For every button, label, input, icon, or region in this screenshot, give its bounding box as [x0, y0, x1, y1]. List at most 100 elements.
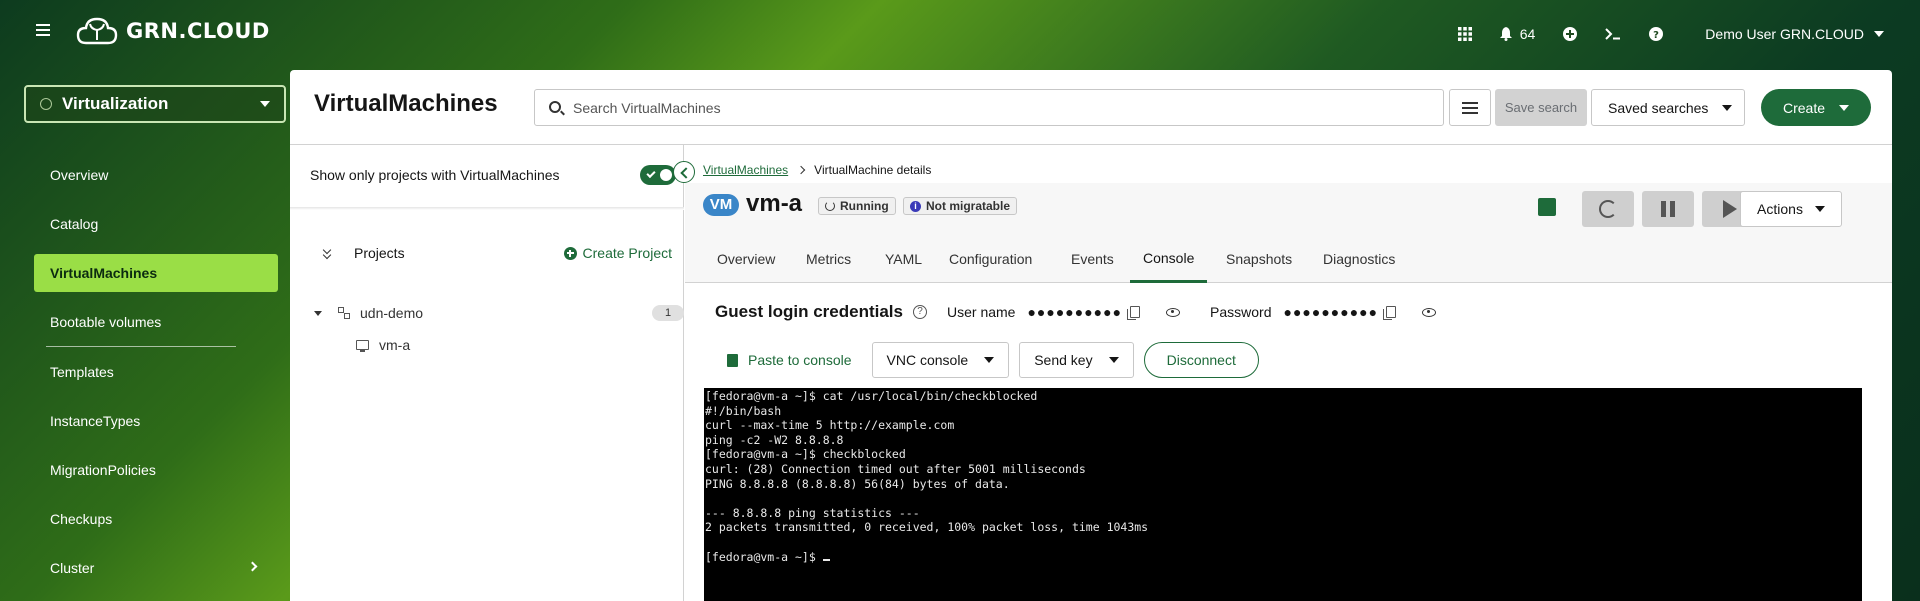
guest-credentials: Guest login credentials ? User name ●●●●… [715, 302, 1466, 322]
pause-button[interactable] [1642, 191, 1694, 227]
create-button[interactable]: Create [1761, 89, 1871, 126]
vm-type-badge: VM [703, 194, 739, 216]
tab-yaml[interactable]: YAML [872, 235, 935, 283]
sidebar-item-checkups[interactable]: Checkups [34, 494, 278, 543]
terminal-line: --- 8.8.8.8 ping statistics --- [705, 505, 920, 520]
terminal-line: [fedora@vm-a ~]$ cat /usr/local/bin/chec… [705, 389, 1038, 403]
chevron-down-icon [1814, 206, 1825, 212]
chevron-down-icon [984, 357, 995, 363]
send-key-label: Send key [1034, 352, 1093, 368]
user-menu[interactable]: Demo User GRN.CLOUD [1705, 26, 1884, 42]
double-chevron-down-icon[interactable] [322, 247, 332, 259]
chevron-right-icon [247, 561, 258, 572]
show-password-icon[interactable] [1422, 307, 1437, 317]
logo[interactable]: GRN.CLOUD [76, 16, 270, 46]
pause-icon [1661, 201, 1675, 217]
sidebar-item-instancetypes[interactable]: InstanceTypes [34, 396, 278, 445]
tree-item-vm[interactable]: vm-a [356, 337, 410, 353]
tab-configuration[interactable]: Configuration [936, 235, 1045, 283]
chevron-down-icon [260, 101, 270, 107]
caret-down-icon[interactable] [314, 310, 322, 316]
console-type-label: VNC console [886, 352, 969, 368]
sidebar-item-label: Checkups [50, 510, 113, 527]
show-username-icon[interactable] [1166, 307, 1181, 317]
perspective-icon [40, 98, 52, 110]
search-input[interactable]: Search VirtualMachines [534, 89, 1444, 126]
migratable-badge: i Not migratable [903, 197, 1018, 215]
namespace-name: udn-demo [360, 305, 424, 321]
restart-button[interactable] [1582, 191, 1634, 227]
paste-to-console-button[interactable]: Paste to console [715, 342, 862, 378]
vnc-console[interactable]: [fedora@vm-a ~]$ cat /usr/local/bin/chec… [704, 388, 1862, 601]
create-project-label: Create Project [582, 245, 672, 261]
sidebar-item-cluster[interactable]: Cluster [34, 543, 278, 592]
panel-divider [290, 207, 684, 210]
sidebar-item-label: Catalog [50, 215, 99, 232]
tab-snapshots[interactable]: Snapshots [1213, 235, 1305, 283]
create-project-button[interactable]: Create Project [563, 245, 672, 261]
perspective-switcher[interactable]: Virtualization [24, 85, 286, 123]
sidebar-item-overview[interactable]: Overview [34, 150, 278, 199]
advanced-search-button[interactable] [1449, 89, 1491, 126]
copy-password-icon[interactable] [1383, 306, 1397, 320]
logo-text: GRN.CLOUD [126, 19, 270, 43]
stop-button[interactable] [1538, 198, 1556, 216]
console-type-select[interactable]: VNC console [871, 342, 1010, 378]
send-key-dropdown[interactable]: Send key [1019, 342, 1134, 378]
tab-diagnostics[interactable]: Diagnostics [1310, 235, 1408, 283]
terminal-button[interactable] [1605, 28, 1621, 40]
breadcrumb-link[interactable]: VirtualMachines [703, 163, 788, 177]
sidebar-item-migrationpolicies[interactable]: MigrationPolicies [34, 445, 278, 494]
perspective-label: Virtualization [62, 94, 169, 113]
credentials-title: Guest login credentials [715, 302, 903, 321]
help-icon[interactable]: ? [913, 305, 927, 319]
terminal-line: 2 packets transmitted, 0 received, 100% … [705, 520, 1149, 535]
app-launcher[interactable] [1457, 27, 1472, 41]
tab-events[interactable]: Events [1058, 235, 1127, 283]
hamburger-menu-icon[interactable] [36, 24, 50, 36]
tab-console[interactable]: Console [1130, 235, 1208, 283]
console-toolbar: Paste to console VNC console Send key Di… [715, 342, 1259, 378]
question-circle-icon: ? [1649, 27, 1664, 41]
projects-label: Projects [354, 245, 405, 261]
tree-item-namespace[interactable]: udn-demo 1 [314, 305, 684, 321]
check-icon [646, 168, 656, 179]
status-text: Running [840, 199, 889, 213]
username-value: ●●●●●●●●●● [1027, 304, 1123, 320]
paste-label: Paste to console [748, 352, 852, 368]
password-label: Password [1210, 304, 1272, 320]
vm-name: vm-a [746, 190, 803, 217]
terminal-line: #!/bin/bash [705, 403, 782, 418]
main-content: VirtualMachines Search VirtualMachines S… [290, 70, 1892, 601]
notifications-button[interactable]: 64 [1499, 26, 1535, 42]
terminal-line: PING 8.8.8.8 (8.8.8.8) 56(84) bytes of d… [705, 476, 1010, 491]
terminal-line: curl --max-time 5 http://example.com [705, 418, 955, 433]
disconnect-button[interactable]: Disconnect [1143, 342, 1259, 378]
collapse-panel-button[interactable] [673, 161, 695, 183]
quick-create-button[interactable] [1563, 27, 1578, 41]
sidebar-item-virtualmachines[interactable]: VirtualMachines [34, 254, 278, 292]
tab-overview[interactable]: Overview [704, 235, 788, 283]
svg-text:?: ? [1653, 30, 1659, 41]
sidebar-item-label: Cluster [50, 559, 95, 576]
sidebar-item-label: VirtualMachines [50, 265, 158, 281]
sidebar-item-templates[interactable]: Templates [34, 347, 278, 396]
saved-searches-dropdown[interactable]: Saved searches [1591, 89, 1745, 126]
chevron-down-icon [1874, 31, 1884, 37]
help-button[interactable]: ? [1649, 27, 1664, 41]
sidebar-item-bootable-volumes[interactable]: Bootable volumes [34, 297, 278, 346]
actions-dropdown[interactable]: Actions [1740, 191, 1842, 227]
terminal-line: [fedora@vm-a ~]$ checkblocked [705, 447, 906, 462]
namespace-icon [338, 307, 350, 319]
copy-username-icon[interactable] [1127, 306, 1141, 320]
save-search-button[interactable]: Save search [1495, 89, 1587, 126]
tab-metrics[interactable]: Metrics [793, 235, 864, 283]
vm-details: VirtualMachines VirtualMachine details V… [685, 145, 1892, 601]
sidebar-item-label: Bootable volumes [50, 313, 162, 330]
sidebar-item-catalog[interactable]: Catalog [34, 199, 278, 248]
actions-label: Actions [1757, 201, 1803, 217]
terminal-icon [1605, 28, 1621, 40]
chevron-right-icon [796, 165, 806, 175]
projects-filter-toggle[interactable] [640, 165, 676, 185]
